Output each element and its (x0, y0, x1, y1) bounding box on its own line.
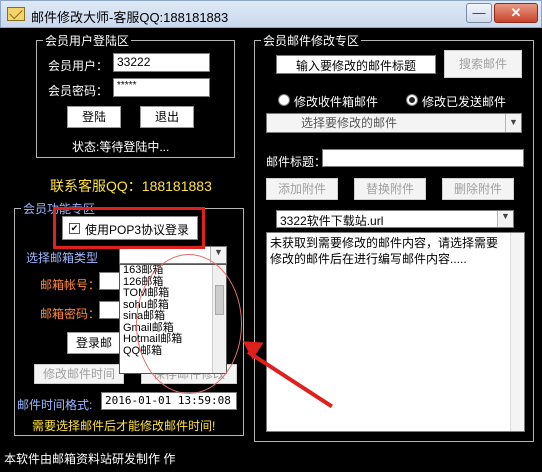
attachment-value: 3322软件下载站.url (280, 214, 384, 228)
login-button[interactable]: 登陆 (67, 106, 121, 128)
textarea-scrollbar[interactable] (510, 233, 524, 431)
window-title: 邮件修改大师-客服QQ:188181883 (31, 10, 229, 25)
main-client-area: 会员用户登陆区 会员用户： 33222 会员密码： ***** 登陆 退出 状态… (0, 28, 542, 472)
logout-button[interactable]: 退出 (140, 106, 194, 128)
login-mailbox-button[interactable]: 登录邮 (67, 332, 121, 354)
edit-group-title: 会员邮件修改专区 (261, 32, 362, 49)
time-input[interactable]: 2016-01-01 13:59:08 (101, 392, 237, 410)
search-mail-button[interactable]: 搜索邮件 (444, 50, 522, 78)
mail-app-icon (7, 7, 25, 21)
password-label: 会员密码： (48, 84, 109, 98)
title-bar: 邮件修改大师-客服QQ:188181883 — ✕ (0, 0, 542, 28)
subject-input[interactable] (322, 149, 524, 167)
mailbox-type-label: 选择邮箱类型 (26, 251, 99, 265)
radio-sent[interactable] (406, 94, 418, 106)
subject-search-input[interactable]: 输入要修改的邮件标题 (276, 55, 436, 74)
user-label: 会员用户： (48, 59, 109, 73)
add-attachment-button[interactable]: 添加附件 (266, 178, 338, 200)
login-status: 状态:等待登陆中... (72, 140, 170, 154)
footer-text: 本软件由邮箱资料站研发制作 作 (4, 452, 176, 466)
delete-attachment-button[interactable]: 删除附件 (442, 178, 514, 200)
subject-label: 邮件标题： (266, 155, 327, 169)
user-input[interactable]: 33222 (113, 53, 210, 72)
select-mail-dropdown[interactable]: 选择要修改的邮件 ▼ (266, 113, 522, 133)
chevron-down-icon: ▼ (497, 211, 513, 227)
mail-body-textarea[interactable]: 未获取到需要修改的邮件内容，请选择需要修改的邮件后在进行编写邮件内容..... (266, 232, 525, 432)
radio-sent-label: 修改已发送邮件 (422, 95, 507, 109)
account-label: 邮箱帐号： (40, 278, 101, 292)
radio-inbox-label: 修改收件箱邮件 (294, 95, 379, 109)
attachment-select[interactable]: 3322软件下载站.url ▼ (276, 210, 514, 228)
close-button[interactable]: ✕ (494, 3, 538, 23)
mail-body-text: 未获取到需要修改的邮件内容，请选择需要修改的邮件后在进行编写邮件内容..... (270, 236, 499, 266)
mail-password-input[interactable] (99, 301, 121, 319)
annotation-circle (136, 254, 242, 394)
annotation-highlight-box (53, 207, 205, 249)
replace-attachment-button[interactable]: 替换附件 (354, 178, 426, 200)
time-format-label: 邮件时间格式: (17, 398, 93, 412)
contact-qq: 联系客服QQ：188181883 (50, 178, 212, 194)
modify-time-button[interactable]: 修改邮件时间 (34, 364, 124, 384)
chevron-down-icon: ▼ (505, 114, 521, 132)
login-group-title: 会员用户登陆区 (43, 32, 132, 49)
radio-inbox[interactable] (278, 94, 290, 106)
minimize-button[interactable]: — (466, 3, 492, 23)
select-mail-placeholder: 选择要修改的邮件 (301, 116, 398, 130)
account-input[interactable] (99, 272, 121, 290)
password-input[interactable]: ***** (113, 78, 210, 97)
mail-password-label: 邮箱密码： (40, 307, 101, 321)
time-warning: 需要选择邮件后才能修改邮件时间! (32, 419, 216, 433)
